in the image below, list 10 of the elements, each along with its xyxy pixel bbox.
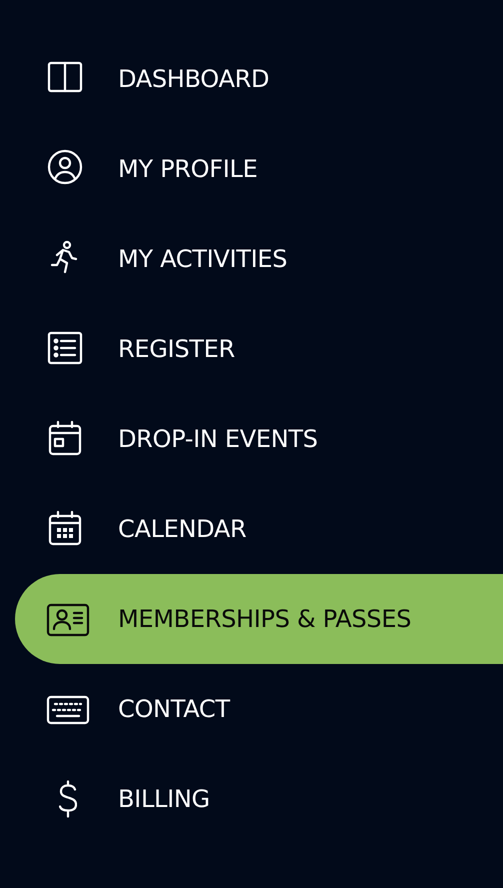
- sidebar-item[interactable]: REGISTER: [15, 304, 503, 394]
- sidebar-item[interactable]: BILLING: [15, 754, 503, 844]
- sidebar-item[interactable]: CONTACT: [15, 664, 503, 754]
- dollar-icon: [59, 779, 77, 819]
- sidebar-item[interactable]: MY PROFILE: [15, 124, 503, 214]
- sidebar-item[interactable]: DROP-IN EVENTS: [15, 394, 503, 484]
- sidebar-item[interactable]: CALENDAR: [15, 484, 503, 574]
- sidebar-item[interactable]: MY ACTIVITIES: [15, 214, 503, 304]
- sidebar-item[interactable]: DASHBOARD: [15, 34, 503, 124]
- sidebar-item[interactable]: MEMBERSHIPS & PASSES: [15, 574, 503, 664]
